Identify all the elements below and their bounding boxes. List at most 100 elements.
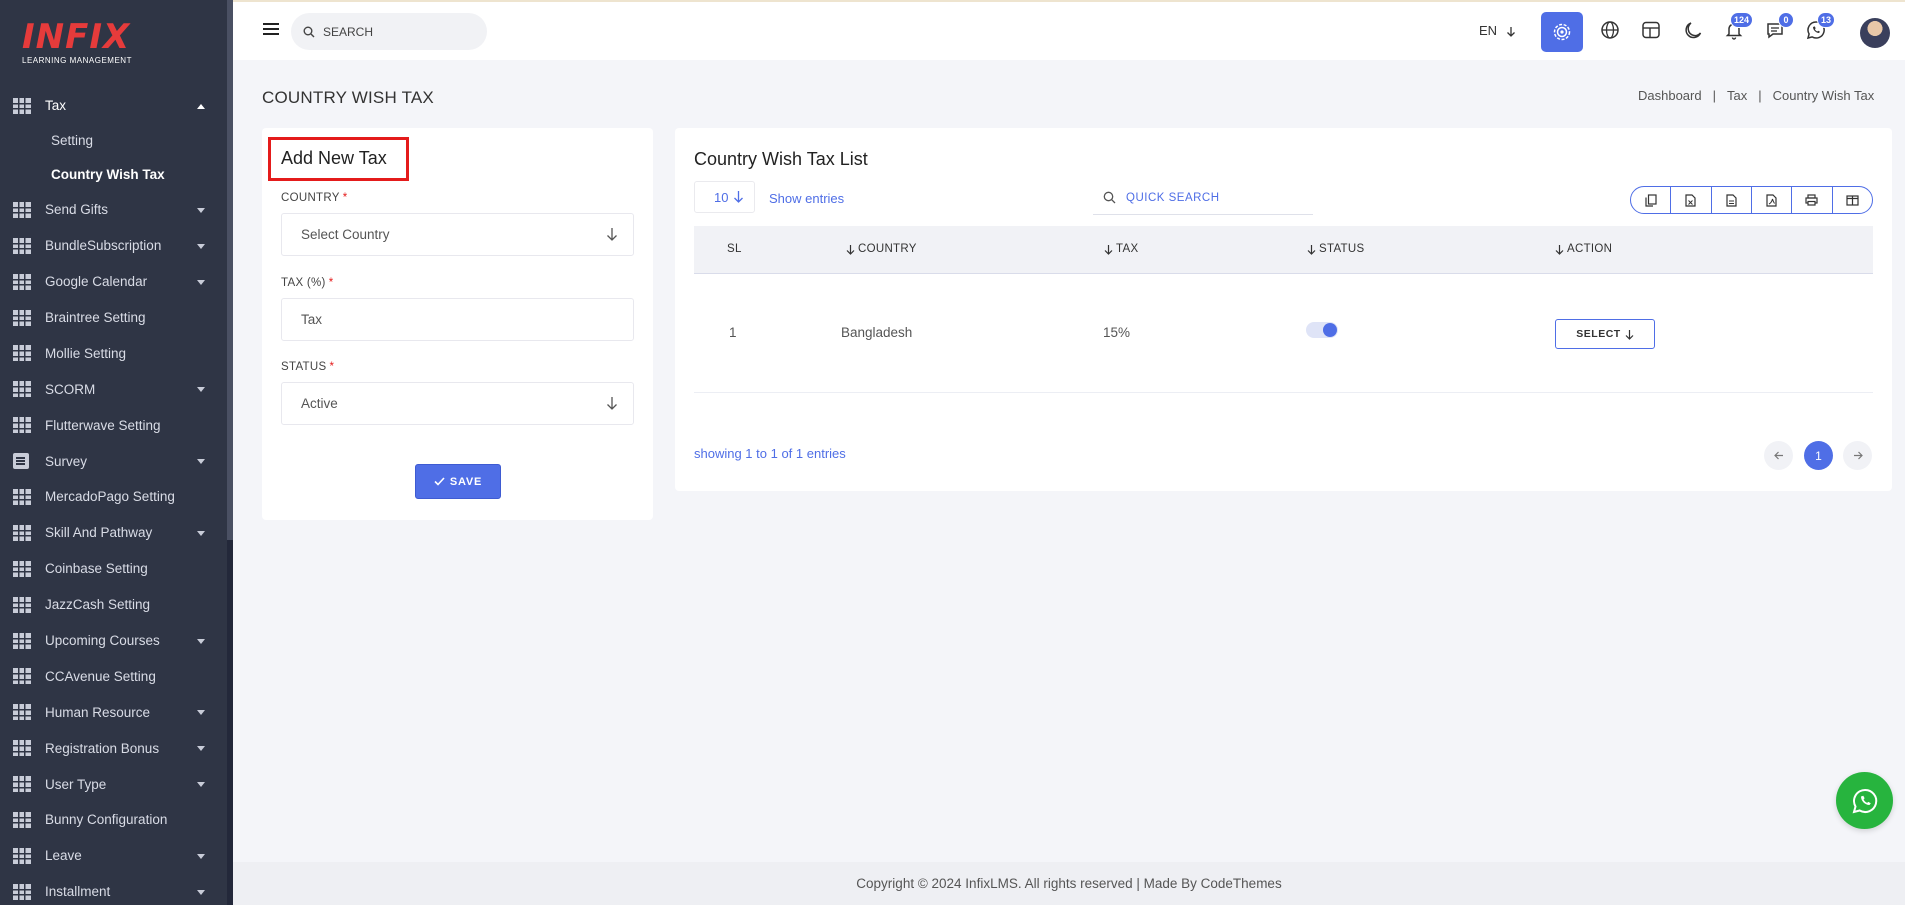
grid-icon <box>13 345 31 362</box>
sort-arrow-icon <box>1104 244 1113 255</box>
settings-button[interactable] <box>1541 12 1583 52</box>
caret-down-icon <box>197 530 205 536</box>
sidebar-item-flutterwave-setting[interactable]: Flutterwave Setting <box>0 407 227 443</box>
whatsapp-floating-button[interactable] <box>1836 772 1893 829</box>
sidebar-item-label: Survey <box>45 453 88 469</box>
grid-icon <box>13 309 31 326</box>
sidebar-item-leave[interactable]: Leave <box>0 838 227 874</box>
sidebar-item-skill-and-pathway[interactable]: Skill And Pathway <box>0 515 227 551</box>
whatsapp-chat-button[interactable]: 13 <box>1805 12 1835 41</box>
layout-button[interactable] <box>1640 19 1662 41</box>
grid-icon <box>13 740 31 757</box>
notifications-button[interactable]: 124 <box>1723 12 1753 41</box>
sidebar-subitem-label: Country Wish Tax <box>51 167 165 183</box>
required-mark: * <box>342 192 348 204</box>
grid-icon <box>13 524 31 541</box>
status-select-value: Active <box>301 396 338 411</box>
caret-up-icon <box>197 103 205 109</box>
sidebar-subitem-country-wish-tax[interactable]: Country Wish Tax <box>0 158 227 192</box>
sidebar-item-scorm[interactable]: SCORM <box>0 371 227 407</box>
grid-icon <box>13 704 31 721</box>
language-selector[interactable]: EN <box>1479 23 1516 38</box>
sidebar-item-survey[interactable]: Survey <box>0 443 227 479</box>
column-visibility-button[interactable] <box>1833 187 1872 213</box>
quick-search-input[interactable] <box>1126 191 1280 204</box>
table-row: 1 Bangladesh 15% SELECT <box>694 274 1873 393</box>
sidebar-item-user-type[interactable]: User Type <box>0 766 227 802</box>
form-title: Add New Tax <box>281 148 387 168</box>
sidebar-item-installment[interactable]: Installment <box>0 874 227 905</box>
sidebar-item-mollie-setting[interactable]: Mollie Setting <box>0 335 227 371</box>
sort-arrow-icon <box>1555 244 1564 255</box>
menu-toggle-icon[interactable] <box>263 23 279 35</box>
previous-page-button[interactable] <box>1764 441 1793 470</box>
copy-button[interactable] <box>1631 187 1672 213</box>
sidebar-subitem-setting[interactable]: Setting <box>0 124 227 158</box>
tax-field[interactable]: Tax <box>281 298 634 341</box>
column-header-tax[interactable]: TAX <box>1104 243 1138 255</box>
sidebar-item-human-resource[interactable]: Human Resource <box>0 694 227 730</box>
grid-icon <box>13 417 31 434</box>
sidebar-item-label: BundleSubscription <box>45 238 162 254</box>
column-header-action[interactable]: ACTION <box>1555 243 1612 255</box>
layout-icon <box>1642 21 1660 39</box>
sidebar-item-ccavenue-setting[interactable]: CCAvenue Setting <box>0 658 227 694</box>
sidebar-item-mercadopago-setting[interactable]: MercadoPago Setting <box>0 479 227 515</box>
column-header-label: SL <box>727 243 742 255</box>
status-select[interactable]: Active <box>281 382 634 425</box>
caret-down-icon <box>197 279 205 285</box>
sidebar-item-google-calendar[interactable]: Google Calendar <box>0 264 227 300</box>
quick-search[interactable] <box>1093 181 1313 215</box>
add-tax-card: Add New Tax COUNTRY * Select Country TAX … <box>262 128 653 520</box>
grid-icon <box>13 776 31 793</box>
excel-export-button[interactable] <box>1671 187 1712 213</box>
brand-logo[interactable]: INFIX LEARNING MANAGEMENT <box>22 20 132 65</box>
grid-icon <box>13 97 31 114</box>
caret-down-icon <box>197 710 205 716</box>
website-button[interactable] <box>1599 19 1621 41</box>
country-select[interactable]: Select Country <box>281 213 634 256</box>
messages-button[interactable]: 0 <box>1764 12 1794 41</box>
grid-icon <box>13 201 31 218</box>
save-button[interactable]: SAVE <box>415 464 501 499</box>
sidebar-scrollbar-thumb[interactable] <box>227 0 233 540</box>
search-input[interactable] <box>323 24 473 39</box>
sidebar-item-send-gifts[interactable]: Send Gifts <box>0 192 227 228</box>
sidebar-item-braintree-setting[interactable]: Braintree Setting <box>0 300 227 336</box>
sidebar-item-tax[interactable]: Tax <box>0 88 227 124</box>
sidebar-item-coinbase-setting[interactable]: Coinbase Setting <box>0 551 227 587</box>
next-page-button[interactable] <box>1843 441 1872 470</box>
column-header-status[interactable]: STATUS <box>1307 243 1364 255</box>
search-icon <box>303 26 315 37</box>
arrow-right-icon <box>1853 451 1863 460</box>
sidebar-item-bunny-configuration[interactable]: Bunny Configuration <box>0 802 227 838</box>
sidebar-scrollbar[interactable] <box>227 0 233 905</box>
messages-count-badge: 0 <box>1778 12 1794 28</box>
page-size-select[interactable]: 10 <box>694 181 755 213</box>
csv-export-button[interactable] <box>1712 187 1752 213</box>
sidebar-item-upcoming-courses[interactable]: Upcoming Courses <box>0 623 227 659</box>
sidebar-item-label: Google Calendar <box>45 274 148 290</box>
page-number-button[interactable]: 1 <box>1804 441 1833 470</box>
status-toggle[interactable] <box>1306 322 1338 338</box>
header-search[interactable] <box>291 13 487 50</box>
pdf-export-button[interactable] <box>1752 187 1793 213</box>
breadcrumb-dashboard[interactable]: Dashboard <box>1638 88 1702 103</box>
column-header-country[interactable]: COUNTRY <box>846 243 917 255</box>
tax-label-text: TAX (%) <box>281 277 326 289</box>
survey-icon <box>13 453 29 470</box>
column-header-sl[interactable]: SL <box>727 243 742 255</box>
whatsapp-count-badge: 13 <box>1816 12 1835 28</box>
sidebar-menu: Tax Setting Country Wish Tax Send Gifts … <box>0 88 227 905</box>
row-action-select-button[interactable]: SELECT <box>1555 319 1655 349</box>
logo-text: INFIX <box>22 17 131 57</box>
sidebar-item-label: Human Resource <box>45 704 151 720</box>
sidebar-item-registration-bonus[interactable]: Registration Bonus <box>0 730 227 766</box>
sidebar-item-jazzcash-setting[interactable]: JazzCash Setting <box>0 587 227 623</box>
language-label: EN <box>1479 23 1498 38</box>
user-avatar[interactable] <box>1860 18 1890 48</box>
sidebar-item-bundlesubscription[interactable]: BundleSubscription <box>0 228 227 264</box>
print-button[interactable] <box>1792 187 1833 213</box>
breadcrumb-tax[interactable]: Tax <box>1727 88 1747 103</box>
dark-mode-toggle[interactable] <box>1682 19 1704 41</box>
